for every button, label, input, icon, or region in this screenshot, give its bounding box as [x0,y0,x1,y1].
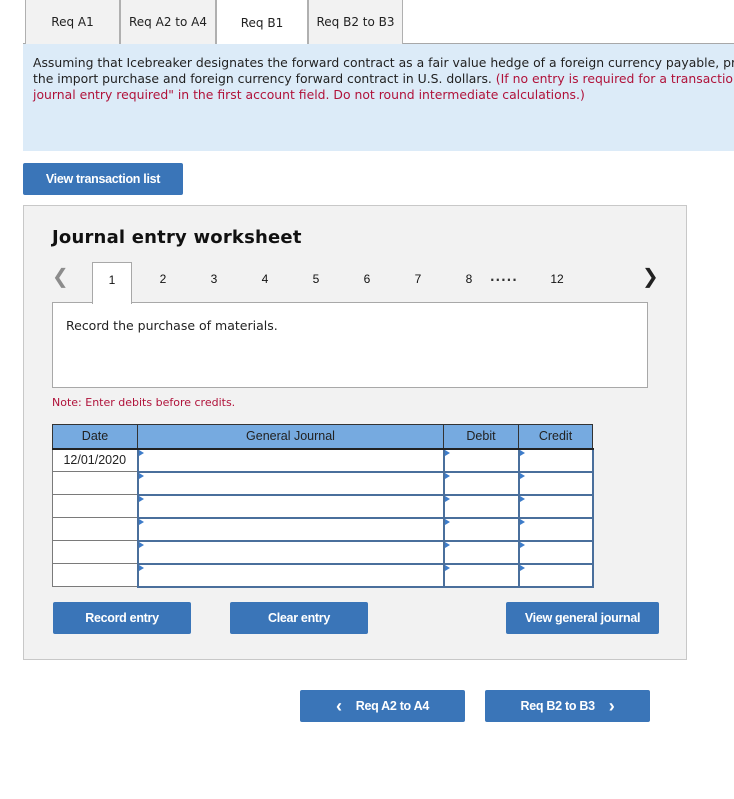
chevron-left-icon: ‹ [336,695,342,716]
instructions-line-1: Assuming that Icebreaker designates the … [33,55,734,70]
credit-cell [517,562,594,588]
page-tab-7[interactable]: 7 [398,262,438,302]
credit-input[interactable] [519,518,592,540]
credit-cell [517,539,594,565]
page-ellipsis: ..... [490,270,518,284]
table-row [52,539,594,565]
tab-req-b2-to-b3[interactable]: Req B2 to B3 [308,0,403,44]
account-input[interactable] [138,449,443,471]
credit-cell [517,516,594,542]
debits-before-credits-note: Note: Enter debits before credits. [52,396,236,409]
account-cell [136,539,445,565]
instructions-line-2: the import purchase and foreign currency… [33,71,734,87]
header-general-journal: General Journal [137,424,444,450]
date-cell [52,563,138,587]
record-entry-button[interactable]: Record entry [53,602,191,634]
next-requirement-label: Req B2 to B3 [520,699,596,713]
account-cell [136,516,445,542]
journal-entry-worksheet: Journal entry worksheet ❮ 1 2 3 4 5 6 7 … [23,205,687,660]
page-tab-2[interactable]: 2 [143,262,183,302]
tab-req-b1[interactable]: Req B1 [216,0,308,45]
credit-input[interactable] [519,472,592,494]
worksheet-title: Journal entry worksheet [52,227,302,248]
page-tab-3[interactable]: 3 [194,262,234,302]
account-cell [136,562,445,588]
table-row [52,562,594,588]
view-general-journal-button[interactable]: View general journal [506,602,659,634]
date-cell [52,471,138,495]
credit-input[interactable] [519,564,592,586]
date-cell [52,517,138,541]
page-tab-1[interactable]: 1 [92,262,132,304]
credit-input[interactable] [519,495,592,517]
entry-description-text: Record the purchase of materials. [66,318,278,333]
page-tab-8[interactable]: 8 [449,262,489,302]
header-date: Date [52,424,138,450]
account-cell [136,493,445,519]
instructions-text: the import purchase and foreign currency… [33,71,492,86]
date-cell [52,540,138,564]
credit-cell [517,447,594,473]
account-input[interactable] [138,541,443,563]
instructions-note: (If no entry is required for a transacti… [495,71,734,86]
page-tab-5[interactable]: 5 [296,262,336,302]
header-debit: Debit [443,424,519,450]
debit-cell [442,493,520,519]
debit-input[interactable] [444,472,518,494]
journal-table-header: Date General Journal Debit Credit [52,424,593,450]
page-tab-12[interactable]: 12 [537,262,577,302]
account-input[interactable] [138,564,443,586]
chevron-right-icon: › [608,695,615,716]
debit-cell [442,516,520,542]
next-requirement-button[interactable]: Req B2 to B3 › [485,690,650,722]
debit-cell [442,447,520,473]
view-transaction-list-button[interactable]: View transaction list [23,163,183,195]
table-row [52,516,594,542]
table-row: 12/01/2020 [52,447,594,473]
instructions-panel: Assuming that Icebreaker designates the … [23,44,734,151]
date-cell [52,494,138,518]
chevron-left-icon[interactable]: ❮ [52,264,69,288]
account-input[interactable] [138,495,443,517]
instructions-line-3: journal entry required" in the first acc… [33,87,585,102]
page-tab-4[interactable]: 4 [245,262,285,302]
account-cell [136,470,445,496]
table-row [52,470,594,496]
account-input[interactable] [138,518,443,540]
prev-requirement-label: Req A2 to A4 [355,699,430,713]
account-input[interactable] [138,472,443,494]
credit-input[interactable] [519,449,592,471]
clear-entry-button[interactable]: Clear entry [230,602,368,634]
chevron-right-icon[interactable]: ❯ [642,264,659,288]
debit-cell [442,539,520,565]
tab-req-a2-to-a4[interactable]: Req A2 to A4 [120,0,216,44]
journal-table: Date General Journal Debit Credit 12/01/… [52,424,594,588]
header-credit: Credit [518,424,593,450]
debit-input[interactable] [444,449,518,471]
debit-input[interactable] [444,541,518,563]
page-tab-6[interactable]: 6 [347,262,387,302]
debit-input[interactable] [444,564,518,586]
date-cell: 12/01/2020 [52,448,138,472]
debit-cell [442,470,520,496]
requirement-tabs: Req A1 Req A2 to A4 Req B1 Req B2 to B3 [23,0,734,45]
table-row [52,493,594,519]
debit-cell [442,562,520,588]
credit-cell [517,493,594,519]
tab-req-a1[interactable]: Req A1 [25,0,120,44]
credit-input[interactable] [519,541,592,563]
credit-cell [517,470,594,496]
entry-description: Record the purchase of materials. [52,302,648,388]
prev-requirement-button[interactable]: ‹ Req A2 to A4 [300,690,465,722]
debit-input[interactable] [444,495,518,517]
debit-input[interactable] [444,518,518,540]
account-cell [136,447,445,473]
